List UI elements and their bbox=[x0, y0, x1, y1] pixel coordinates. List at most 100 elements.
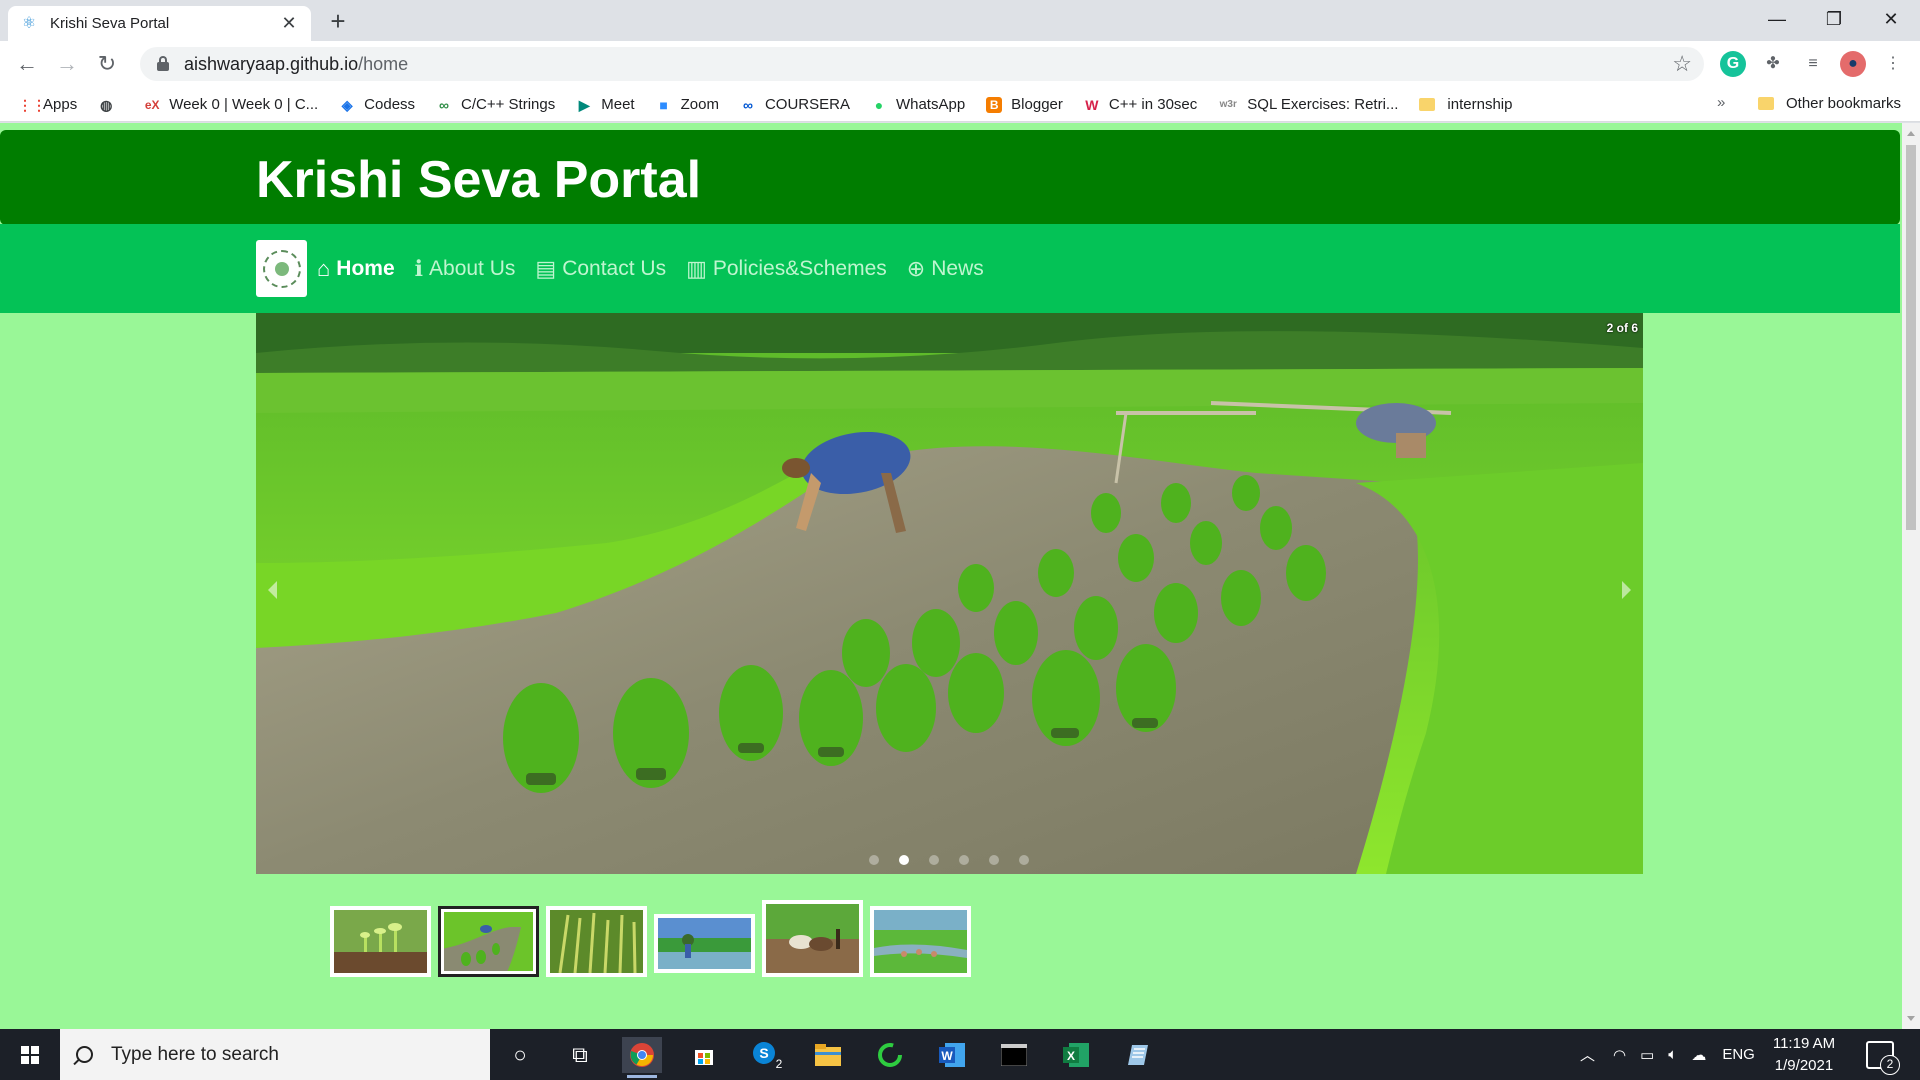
thumbnail-ox-plough[interactable] bbox=[762, 900, 863, 977]
bookmark-blogger[interactable]: B Blogger bbox=[986, 96, 1063, 113]
close-window-button[interactable]: ✕ bbox=[1863, 0, 1919, 38]
nav-news[interactable]: ⊕ News bbox=[907, 256, 984, 282]
carousel-dot[interactable] bbox=[869, 855, 879, 865]
bookmarks-bar: ⋮⋮ Apps ◍ eX Week 0 | Week 0 | C... ◈ Co… bbox=[0, 88, 1920, 122]
media-queue-icon[interactable]: ≡ bbox=[1800, 51, 1826, 77]
file-explorer-icon[interactable] bbox=[808, 1037, 848, 1073]
nav-about-us[interactable]: ℹ About Us bbox=[415, 256, 516, 282]
bookmark-label: WhatsApp bbox=[895, 96, 966, 113]
bookmark-cpp-30sec[interactable]: W C++ in 30sec bbox=[1084, 96, 1197, 113]
tab-strip: ⚛ Krishi Seva Portal ✕ + — ❐ ✕ bbox=[0, 0, 1920, 41]
forward-arrow-icon[interactable]: → bbox=[52, 49, 82, 79]
scroll-down-arrow-icon[interactable] bbox=[1907, 1016, 1915, 1021]
loading-circle-icon[interactable] bbox=[870, 1037, 910, 1073]
site-logo[interactable] bbox=[256, 240, 307, 297]
bookmark-edx[interactable]: eX Week 0 | Week 0 | C... bbox=[144, 96, 318, 113]
address-bar[interactable]: aishwaryaap.github.io/home ☆ bbox=[140, 47, 1704, 81]
task-view-icon[interactable]: ⧉ bbox=[560, 1037, 600, 1073]
browser-tab[interactable]: ⚛ Krishi Seva Portal ✕ bbox=[8, 6, 311, 41]
excel-icon[interactable]: X bbox=[1056, 1037, 1096, 1073]
svg-text:S: S bbox=[759, 1045, 768, 1061]
nav-label: Contact Us bbox=[562, 256, 667, 280]
notepad-icon[interactable] bbox=[1118, 1037, 1158, 1073]
bookmark-label: Codess bbox=[364, 96, 416, 113]
nav-home[interactable]: ⌂ Home bbox=[317, 256, 395, 282]
store-icon[interactable] bbox=[684, 1037, 724, 1073]
bookmark-codess[interactable]: ◈ Codess bbox=[339, 96, 415, 113]
search-placeholder: Type here to search bbox=[111, 1043, 279, 1065]
carousel-dot[interactable] bbox=[1019, 855, 1029, 865]
extensions-puzzle-icon[interactable]: ✤ bbox=[1760, 51, 1786, 77]
reload-icon[interactable]: ↻ bbox=[92, 49, 122, 79]
image-carousel[interactable]: 2 of 6 bbox=[256, 313, 1643, 874]
scrollbar-thumb[interactable] bbox=[1906, 145, 1916, 530]
nav-menu: ⌂ Home ℹ About Us ▤ Contact Us ▥ Policie… bbox=[317, 224, 1004, 313]
windows-taskbar: Type here to search ○ ⧉ S 2 W X ︿ ◠ ▭ 🔈︎… bbox=[0, 1029, 1920, 1080]
bookmark-cpp-strings[interactable]: ∞ C/C++ Strings bbox=[436, 96, 555, 113]
bookmark-label: C++ in 30sec bbox=[1108, 96, 1198, 113]
word-icon[interactable]: W bbox=[932, 1037, 972, 1073]
bookmark-label: Zoom bbox=[680, 96, 719, 113]
terminal-icon[interactable] bbox=[994, 1037, 1034, 1073]
thumbnail-farmer-field[interactable] bbox=[654, 914, 755, 973]
thumbnail-wheat[interactable] bbox=[546, 906, 647, 977]
bookmark-internship[interactable]: internship bbox=[1419, 96, 1512, 113]
back-arrow-icon[interactable]: ← bbox=[12, 49, 42, 79]
carousel-dot[interactable] bbox=[929, 855, 939, 865]
bookmark-label: Apps bbox=[43, 96, 78, 113]
battery-icon[interactable]: ▭ bbox=[1640, 1046, 1654, 1064]
bookmarks-overflow-button[interactable]: » bbox=[1717, 94, 1725, 111]
taskbar-search[interactable]: Type here to search bbox=[60, 1029, 490, 1080]
other-bookmarks[interactable]: Other bookmarks bbox=[1758, 95, 1901, 112]
new-tab-button[interactable]: + bbox=[323, 6, 353, 36]
site-navbar: ⌂ Home ℹ About Us ▤ Contact Us ▥ Policie… bbox=[0, 224, 1900, 313]
profile-avatar[interactable]: ● bbox=[1840, 51, 1866, 77]
other-bookmarks-label: Other bookmarks bbox=[1786, 95, 1902, 112]
show-hidden-icons-chevron-icon[interactable]: ︿ bbox=[1580, 1044, 1595, 1065]
thumbnail-irrigation[interactable] bbox=[870, 906, 971, 977]
carousel-dot-active[interactable] bbox=[899, 855, 909, 865]
volume-icon[interactable]: 🔈︎ bbox=[1668, 1046, 1677, 1063]
bookmark-coursera[interactable]: ∞ COURSERA bbox=[740, 96, 850, 113]
nav-policies-schemes[interactable]: ▥ Policies&Schemes bbox=[686, 256, 887, 282]
lock-icon[interactable] bbox=[156, 56, 170, 72]
carousel-dot[interactable] bbox=[989, 855, 999, 865]
close-tab-icon[interactable]: ✕ bbox=[279, 13, 299, 34]
nav-label: Home bbox=[336, 256, 395, 280]
maximize-button[interactable]: ❐ bbox=[1806, 0, 1862, 38]
thumbnail-rice-paddy[interactable] bbox=[438, 906, 539, 977]
scroll-up-arrow-icon[interactable] bbox=[1907, 131, 1915, 136]
menu-kebab-icon[interactable]: ⋮ bbox=[1880, 51, 1906, 77]
bookmark-zoom[interactable]: ■ Zoom bbox=[656, 96, 719, 113]
book-icon: ▥ bbox=[686, 255, 707, 281]
nav-contact-us[interactable]: ▤ Contact Us bbox=[535, 256, 666, 282]
thumbnail-seedlings[interactable] bbox=[330, 906, 431, 977]
page-scrollbar[interactable] bbox=[1902, 123, 1920, 1029]
skype-icon[interactable]: S 2 bbox=[746, 1037, 786, 1073]
bookmark-star-icon[interactable]: ☆ bbox=[1672, 51, 1692, 77]
system-clock[interactable]: 11:19 AM 1/9/2021 bbox=[1766, 1033, 1842, 1077]
site-header: Krishi Seva Portal bbox=[0, 130, 1900, 225]
react-icon: ⚛ bbox=[21, 14, 37, 32]
clock-time: 11:19 AM bbox=[1772, 1035, 1836, 1052]
carousel-thumbnails bbox=[330, 900, 978, 977]
language-indicator[interactable]: ENG bbox=[1722, 1046, 1755, 1063]
start-button[interactable] bbox=[0, 1029, 60, 1080]
grammarly-icon[interactable]: G bbox=[1720, 51, 1746, 77]
wifi-icon[interactable]: ◠ bbox=[1613, 1046, 1626, 1064]
w3resource-icon: w3r bbox=[1219, 98, 1237, 110]
cortana-icon[interactable]: ○ bbox=[500, 1037, 540, 1073]
chrome-taskbar-icon[interactable] bbox=[622, 1037, 662, 1078]
bookmark-label: Week 0 | Week 0 | C... bbox=[169, 96, 319, 113]
bookmark-sql-exercises[interactable]: w3r SQL Exercises: Retri... bbox=[1218, 96, 1399, 113]
onedrive-cloud-icon[interactable]: ☁ bbox=[1691, 1046, 1706, 1064]
carousel-next-icon[interactable] bbox=[1622, 581, 1631, 599]
bookmark-apps[interactable]: ⋮⋮ Apps bbox=[18, 96, 77, 113]
minimize-button[interactable]: — bbox=[1749, 0, 1805, 38]
carousel-prev-icon[interactable] bbox=[268, 581, 277, 599]
bookmark-globe[interactable]: ◍ bbox=[98, 97, 123, 113]
zoom-icon: ■ bbox=[659, 96, 668, 113]
bookmark-whatsapp[interactable]: ● WhatsApp bbox=[871, 96, 965, 113]
carousel-dot[interactable] bbox=[959, 855, 969, 865]
bookmark-meet[interactable]: ▶ Meet bbox=[576, 96, 635, 113]
